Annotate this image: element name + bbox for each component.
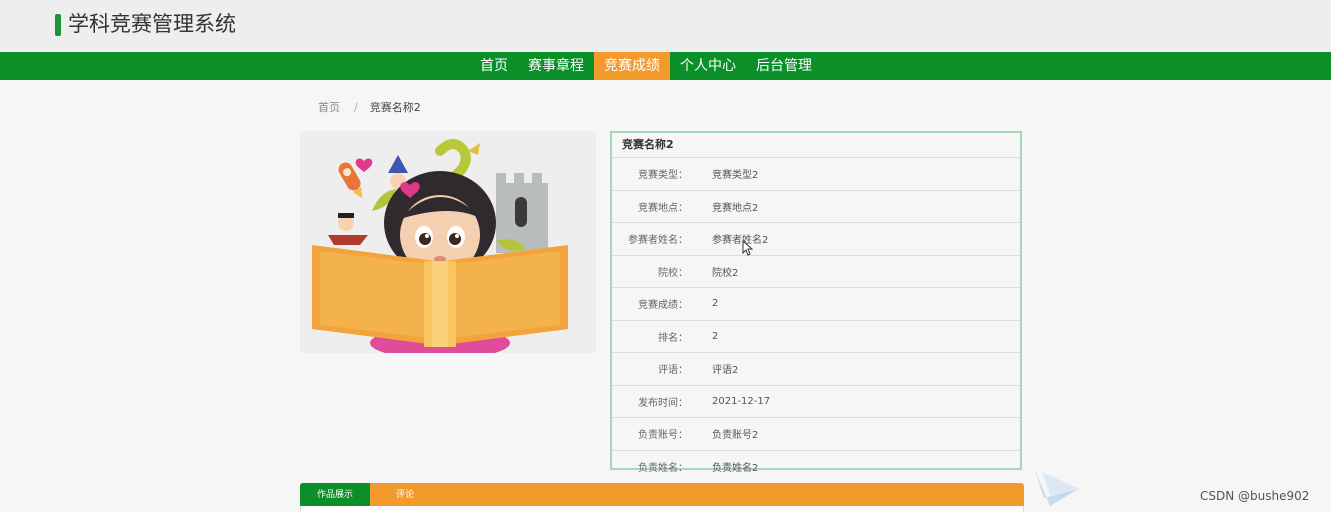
nav-item-home[interactable]: 首页 [470, 52, 518, 80]
site-title: 学科竞赛管理系统 [68, 12, 236, 36]
detail-label: 参赛者姓名： [628, 235, 688, 247]
detail-value: 院校2 [712, 267, 739, 279]
breadcrumb: 首页 / 竞赛名称2 [318, 99, 421, 115]
mouse-cursor-icon [742, 240, 754, 256]
detail-value: 评语2 [712, 365, 739, 377]
detail-label: 竞赛成绩： [638, 300, 688, 312]
detail-label: 负责姓名： [638, 462, 688, 474]
detail-row: 负责姓名： 负责姓名2 [612, 451, 1020, 483]
detail-value: 参赛者姓名2 [712, 235, 769, 247]
main-nav: 首页 赛事章程 竞赛成绩 个人中心 后台管理 [0, 52, 1331, 80]
watermark: CSDN @bushe902 [1200, 489, 1310, 503]
detail-label: 竞赛类型： [638, 170, 688, 182]
detail-row: 院校： 院校2 [612, 256, 1020, 288]
detail-value: 2 [712, 330, 719, 342]
detail-label: 院校： [658, 267, 688, 279]
girl-reading-book-illustration [300, 131, 596, 359]
title-accent-bar [55, 14, 61, 36]
nav-item-results[interactable]: 竞赛成绩 [594, 52, 670, 80]
detail-value: 负责姓名2 [712, 462, 759, 474]
detail-value: 2021-12-17 [712, 395, 771, 407]
detail-row: 竞赛地点： 竞赛地点2 [612, 191, 1020, 223]
detail-label: 排名： [658, 332, 688, 344]
content-tabs: 作品展示 评论 [300, 483, 1024, 507]
detail-row: 发布时间： 2021-12-17 [612, 386, 1020, 418]
breadcrumb-home-link[interactable]: 首页 [318, 101, 340, 114]
decorative-logo-icon [1034, 468, 1080, 506]
tab-content-panel [300, 506, 1024, 512]
detail-label: 竞赛地点： [638, 202, 688, 214]
detail-row: 排名： 2 [612, 321, 1020, 353]
detail-title: 竞赛名称2 [612, 133, 1020, 158]
breadcrumb-separator: / [354, 101, 358, 114]
detail-value: 竞赛类型2 [712, 170, 759, 182]
detail-label: 负责账号： [638, 430, 688, 442]
site-header: 学科竞赛管理系统 [0, 0, 1331, 52]
detail-value: 2 [712, 298, 719, 310]
detail-value: 竞赛地点2 [712, 202, 759, 214]
detail-row: 评语： 评语2 [612, 353, 1020, 386]
detail-row: 负责账号： 负责账号2 [612, 418, 1020, 451]
detail-row: 参赛者姓名： 参赛者姓名2 [612, 223, 1020, 256]
detail-row: 竞赛成绩： 2 [612, 288, 1020, 321]
tab-comments[interactable]: 评论 [396, 483, 414, 507]
nav-item-personal-center[interactable]: 个人中心 [670, 52, 746, 80]
nav-item-rules[interactable]: 赛事章程 [518, 52, 594, 80]
detail-row: 竞赛类型： 竞赛类型2 [612, 158, 1020, 191]
detail-label: 发布时间： [638, 397, 688, 409]
nav-item-admin[interactable]: 后台管理 [746, 52, 822, 80]
competition-detail-panel: 竞赛名称2 竞赛类型： 竞赛类型2 竞赛地点： 竞赛地点2 参赛者姓名： 参赛者… [610, 131, 1022, 474]
page: 学科竞赛管理系统 首页 赛事章程 竞赛成绩 个人中心 后台管理 首页 / 竞赛名称2 [0, 0, 1331, 512]
tab-works-display[interactable]: 作品展示 [300, 483, 370, 507]
detail-label: 评语： [658, 365, 688, 377]
breadcrumb-current: 竞赛名称2 [369, 101, 421, 114]
detail-value: 负责账号2 [712, 430, 759, 442]
competition-image [300, 131, 596, 359]
